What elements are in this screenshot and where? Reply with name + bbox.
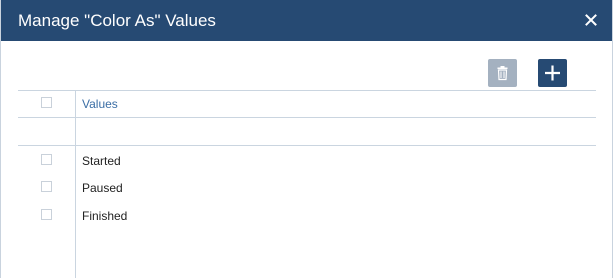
table-row-label: Started xyxy=(82,154,121,168)
values-column-header: Values xyxy=(82,97,118,111)
select-all-checkbox[interactable] xyxy=(41,97,52,108)
manage-color-as-dialog: Manage "Color As" Values Values Started … xyxy=(0,0,613,278)
dialog-title: Manage "Color As" Values xyxy=(18,11,216,30)
table-row-label: Finished xyxy=(82,209,128,223)
column-divider xyxy=(75,90,76,278)
dialog-titlebar: Manage "Color As" Values xyxy=(1,0,612,41)
values-table: Values Started Paused Finished xyxy=(18,90,596,278)
row-checkbox-paused[interactable] xyxy=(41,181,52,192)
delete-button[interactable] xyxy=(488,59,517,87)
table-top-border xyxy=(18,90,596,91)
table-row-label: Paused xyxy=(82,181,123,195)
close-button[interactable] xyxy=(582,10,600,30)
row-checkbox-finished[interactable] xyxy=(41,209,52,220)
add-value-button[interactable] xyxy=(538,59,567,87)
row-checkbox-started[interactable] xyxy=(41,154,52,165)
close-icon xyxy=(582,10,600,30)
header-divider xyxy=(18,117,596,118)
row-divider xyxy=(18,145,596,146)
